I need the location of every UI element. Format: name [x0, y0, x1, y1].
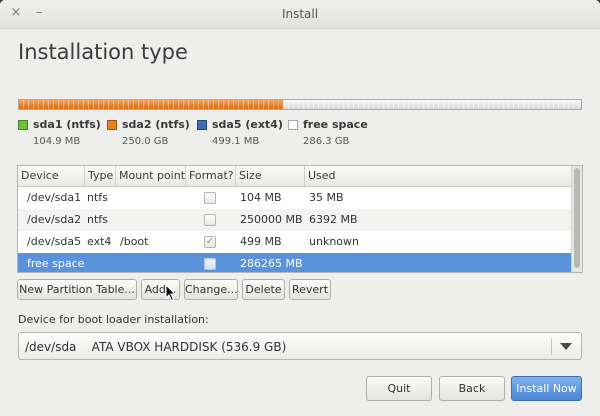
revert-button[interactable]: Revert: [289, 279, 331, 300]
partition-bar: [18, 99, 582, 110]
partition-bar-used: [19, 100, 284, 109]
table-row[interactable]: /dev/sda2 ntfs 250000 MB 6392 MB: [18, 209, 572, 231]
bootloader-selected-value: /dev/sda ATA VBOX HARDDISK (536.9 GB): [25, 340, 287, 354]
cell-size: 286265 MB: [240, 257, 303, 270]
cell-type: ntfs: [87, 213, 108, 226]
column-header-size[interactable]: Size: [236, 166, 305, 187]
table-header: Device Type Mount point Format? Size Use…: [18, 166, 572, 187]
format-checkbox[interactable]: [204, 214, 216, 226]
format-checkbox[interactable]: [204, 258, 216, 270]
legend-name: sda1 (ntfs): [33, 118, 101, 131]
column-header-type[interactable]: Type: [85, 166, 116, 187]
table-row[interactable]: /dev/sda1 ntfs 104 MB 35 MB: [18, 187, 572, 209]
bootloader-device-select[interactable]: /dev/sda ATA VBOX HARDDISK (536.9 GB): [18, 332, 582, 360]
cell-device: /dev/sda5: [27, 235, 82, 248]
table-scrollbar[interactable]: [571, 166, 582, 272]
cell-used: 35 MB: [309, 191, 344, 204]
cell-type: ext4: [87, 235, 112, 248]
format-checkbox[interactable]: [204, 192, 216, 204]
legend-swatch: [107, 120, 117, 130]
column-header-device[interactable]: Device: [18, 166, 85, 187]
install-now-button[interactable]: Install Now: [511, 376, 582, 401]
cell-used: unknown: [309, 235, 359, 248]
cell-size: 104 MB: [240, 191, 282, 204]
cell-mount: /boot: [120, 235, 149, 248]
legend-name: sda5 (ext4): [212, 118, 283, 131]
legend-swatch: [18, 120, 28, 130]
cell-size: 250000 MB: [240, 213, 303, 226]
title-bar: × – Install: [0, 0, 600, 29]
page-title: Installation type: [18, 40, 188, 64]
cell-used: 6392 MB: [309, 213, 358, 226]
bootloader-label: Device for boot loader installation:: [18, 313, 209, 326]
cell-size: 499 MB: [240, 235, 282, 248]
back-button[interactable]: Back: [439, 376, 505, 401]
cell-device: free space: [27, 257, 85, 270]
legend-size: 250.0 GB: [122, 136, 169, 147]
legend-size: 104.9 MB: [33, 136, 81, 147]
dropdown-arrow-icon[interactable]: [560, 343, 572, 350]
window-title: Install: [281, 7, 319, 21]
legend-swatch: [197, 120, 207, 130]
legend-size: 499.1 MB: [212, 136, 260, 147]
cell-device: /dev/sda2: [27, 213, 82, 226]
format-checkbox[interactable]: ✓: [204, 236, 216, 248]
scrollbar-thumb[interactable]: [574, 168, 580, 268]
table-row[interactable]: /dev/sda5 ext4 /boot ✓ 499 MB unknown: [18, 231, 572, 253]
column-header-mount-point[interactable]: Mount point: [116, 166, 186, 187]
table-row-selected[interactable]: free space 286265 MB: [18, 253, 572, 272]
partition-table: Device Type Mount point Format? Size Use…: [17, 165, 583, 273]
cell-type: ntfs: [87, 191, 108, 204]
column-header-format[interactable]: Format?: [186, 166, 236, 187]
delete-partition-button[interactable]: Delete: [242, 279, 285, 300]
legend-name: free space: [303, 118, 368, 131]
legend-swatch: [288, 120, 298, 130]
column-header-used[interactable]: Used: [305, 166, 572, 187]
change-partition-button[interactable]: Change...: [184, 279, 238, 300]
new-partition-table-button[interactable]: New Partition Table...: [17, 279, 137, 300]
installer-window: × – Install Installation type sda1 (ntfs…: [0, 0, 600, 416]
legend-size: 286.3 GB: [303, 136, 350, 147]
legend-name: sda2 (ntfs): [122, 118, 190, 131]
quit-button[interactable]: Quit: [366, 376, 432, 401]
mouse-pointer-icon: [165, 284, 177, 302]
cell-device: /dev/sda1: [27, 191, 82, 204]
combo-separator: [551, 338, 552, 355]
